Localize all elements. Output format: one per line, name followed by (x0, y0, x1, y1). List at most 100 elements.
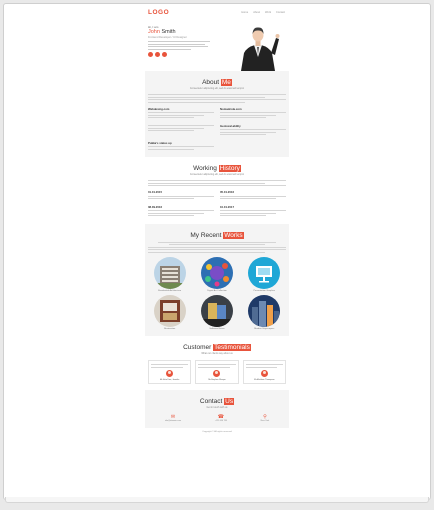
top-bar: LOGO Home About Work Contact (145, 5, 289, 21)
about-title-highlight: Me (220, 79, 232, 86)
contact-section: Contact Us Get in touch with us ✉ info@d… (145, 389, 289, 428)
testimonial-author: Mr.Stephen Sharpe (208, 378, 226, 381)
hero-portrait-image (241, 27, 280, 71)
history-subtitle: Consectetur adipiscing elit, sed do eius… (189, 173, 245, 176)
works-title-highlight: Works (223, 231, 244, 239)
contact-title-highlight: Us (224, 397, 235, 405)
testimonials-title-plain: Customer (183, 343, 212, 351)
works-intro (148, 241, 286, 253)
testimonial-cards: Mr.John Doe, Jennifer Mr.Stephen Sharpe … (148, 359, 286, 384)
hero-name: John Smith (148, 29, 176, 35)
work-caption: Restoration (164, 327, 176, 330)
about-block-heading: Geolocal.ability (220, 123, 241, 128)
about-block-heading: Pukka's status up (148, 140, 172, 145)
history-date: 08.09.2016 (148, 204, 162, 209)
work-caption: Residential Architecture (158, 289, 182, 292)
nav-item-contact[interactable]: Contact (276, 11, 285, 14)
contact-title-plain: Contact (199, 397, 223, 405)
hero-section: Hi, I am John Smith Frontend Developer /… (145, 21, 289, 71)
history-title: Working History (148, 165, 286, 172)
work-item[interactable]: Software Boxes (200, 294, 233, 330)
about-intro (148, 94, 286, 103)
work-caption: Software Boxes (209, 327, 225, 330)
twitter-icon[interactable] (155, 52, 160, 57)
history-entry: 05.01.2016 (220, 190, 286, 201)
avatar (213, 369, 221, 377)
work-thumbnail-building (153, 256, 186, 289)
hero-role: Frontend Developer / UI Designer (148, 36, 187, 39)
contact-item-phone[interactable]: ☎ +123 456 789 (215, 414, 227, 422)
testimonials-section: Customer Testimonials What our clients s… (145, 336, 289, 390)
about-block: Geolocal.ability (220, 124, 286, 137)
main-nav: Home About Work Contact (241, 11, 285, 14)
work-caption: Modern Skyscrapers (254, 327, 275, 330)
about-subtitle: Consectetur adipiscing elit, sed do eius… (189, 87, 245, 90)
history-entry: 08.09.2016 (148, 205, 214, 218)
about-block-heading: Nomadcola.com (220, 106, 242, 111)
linkedin-icon[interactable] (162, 52, 167, 57)
sheet-shadow (5, 497, 429, 503)
history-entries: 01.01.2015 05.01.2016 08.09.2016 10.01.2… (148, 190, 286, 218)
about-block-heading: Webdesing.com (148, 106, 170, 111)
about-block: Pukka's status up (148, 141, 214, 152)
about-block (148, 124, 214, 137)
testimonial-author: Mr.John Doe, Jennifer (159, 378, 180, 381)
works-title-plain: My Recent (190, 231, 222, 239)
work-item[interactable]: Digital Art Collection (200, 256, 233, 292)
work-item[interactable]: Presentation Graphics (248, 256, 281, 292)
testimonials-subtitle: What our clients say about us (201, 351, 233, 355)
history-section: Working History Consectetur adipiscing e… (145, 157, 289, 224)
work-thumbnail-art (200, 256, 233, 289)
logo[interactable]: LOGO (148, 9, 169, 16)
about-block: Webdesing.com (148, 107, 214, 120)
about-blocks: Webdesing.com Nomadcola.com Geolocal.abi… (148, 107, 286, 152)
footer-copyright: Copyright © All rights reserved (202, 430, 232, 433)
contact-value: +123 456 789 (214, 419, 227, 422)
works-grid: Residential Architecture Digital Art Col… (148, 256, 286, 330)
testimonial-card: Mr.John Doe, Jennifer (148, 359, 192, 384)
social-links (148, 52, 167, 57)
facebook-icon[interactable] (148, 52, 153, 57)
testimonial-card: Mr.Stephen Sharpe (195, 359, 239, 384)
works-section: My Recent Works Residential Architecture (145, 223, 289, 336)
history-title-plain: Working (193, 165, 217, 172)
history-date: 01.01.2015 (148, 190, 162, 194)
contact-info: ✉ info@domain.com ☎ +123 456 789 ⚲ New Y… (148, 414, 286, 422)
contact-subtitle: Get in touch with us (206, 405, 228, 409)
nav-item-about[interactable]: About (253, 11, 260, 14)
work-item[interactable]: Modern Skyscrapers (248, 294, 281, 330)
works-title: My Recent Works (148, 231, 286, 239)
work-item[interactable]: Restoration (153, 294, 186, 330)
portfolio-page: LOGO Home About Work Contact Hi, I am Jo… (145, 5, 289, 488)
history-entry: 10.01.2017 (220, 205, 286, 218)
testimonials-title: Customer Testimonials (148, 343, 286, 351)
history-intro (148, 180, 286, 186)
history-date: 05.01.2016 (220, 190, 234, 194)
contact-value: info@domain.com (164, 419, 181, 422)
history-date: 10.01.2017 (220, 204, 234, 209)
work-thumbnail-presentation (248, 256, 281, 289)
contact-title: Contact Us (148, 397, 286, 405)
about-block: Nomadcola.com (220, 107, 286, 120)
about-title-plain: About (202, 79, 220, 86)
nav-item-work[interactable]: Work (265, 11, 271, 14)
contact-item-email[interactable]: ✉ info@domain.com (165, 414, 181, 422)
work-caption: Digital Art Collection (207, 289, 227, 292)
work-item[interactable]: Residential Architecture (153, 256, 186, 292)
testimonial-author: Mr.Matthew Thompson (254, 378, 275, 381)
testimonial-card: Mr.Matthew Thompson (242, 359, 286, 384)
work-caption: Presentation Graphics (253, 289, 276, 292)
hero-first-name: John (148, 29, 160, 35)
about-title: About Me (148, 79, 286, 86)
contact-item-location[interactable]: ⚲ New York (261, 414, 269, 422)
nav-item-home[interactable]: Home (241, 11, 248, 14)
history-title-highlight: History (218, 165, 241, 172)
avatar (166, 369, 174, 377)
work-thumbnail-skyscrapers (248, 294, 281, 327)
testimonials-title-highlight: Testimonials (213, 343, 251, 351)
about-section: About Me Consectetur adipiscing elit, se… (145, 71, 289, 157)
avatar (260, 369, 268, 377)
hero-last-name: Smith (161, 29, 176, 35)
work-thumbnail-boxes (200, 294, 233, 327)
work-thumbnail-interior (153, 294, 186, 327)
